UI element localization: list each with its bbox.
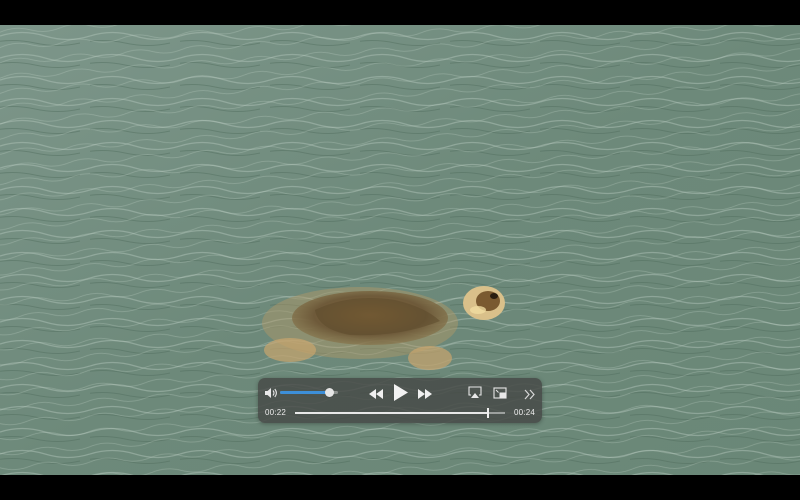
volume-level bbox=[280, 391, 330, 394]
fast-forward-icon bbox=[418, 389, 432, 399]
play-icon bbox=[394, 384, 408, 401]
fast-forward-button[interactable] bbox=[417, 387, 433, 399]
progress-scrubber[interactable] bbox=[295, 408, 505, 418]
rewind-icon bbox=[369, 389, 383, 399]
airplay-button[interactable] bbox=[468, 386, 482, 399]
progress-fill bbox=[295, 412, 488, 414]
rewind-button[interactable] bbox=[368, 387, 384, 399]
picture-in-picture-button[interactable] bbox=[493, 386, 507, 399]
playhead[interactable] bbox=[486, 408, 489, 418]
chevron-double-right-icon bbox=[524, 389, 535, 400]
volume-slider[interactable] bbox=[280, 388, 338, 397]
volume-knob[interactable] bbox=[325, 388, 335, 397]
play-button[interactable] bbox=[393, 383, 409, 402]
more-options-button[interactable] bbox=[524, 387, 536, 400]
elapsed-time: 00:22 bbox=[265, 408, 287, 417]
pip-icon bbox=[493, 387, 507, 399]
airplay-icon bbox=[468, 386, 482, 398]
total-time: 00:24 bbox=[513, 408, 535, 417]
speaker-icon[interactable] bbox=[264, 386, 278, 398]
playback-controls: 00:22 00:24 bbox=[258, 378, 542, 423]
